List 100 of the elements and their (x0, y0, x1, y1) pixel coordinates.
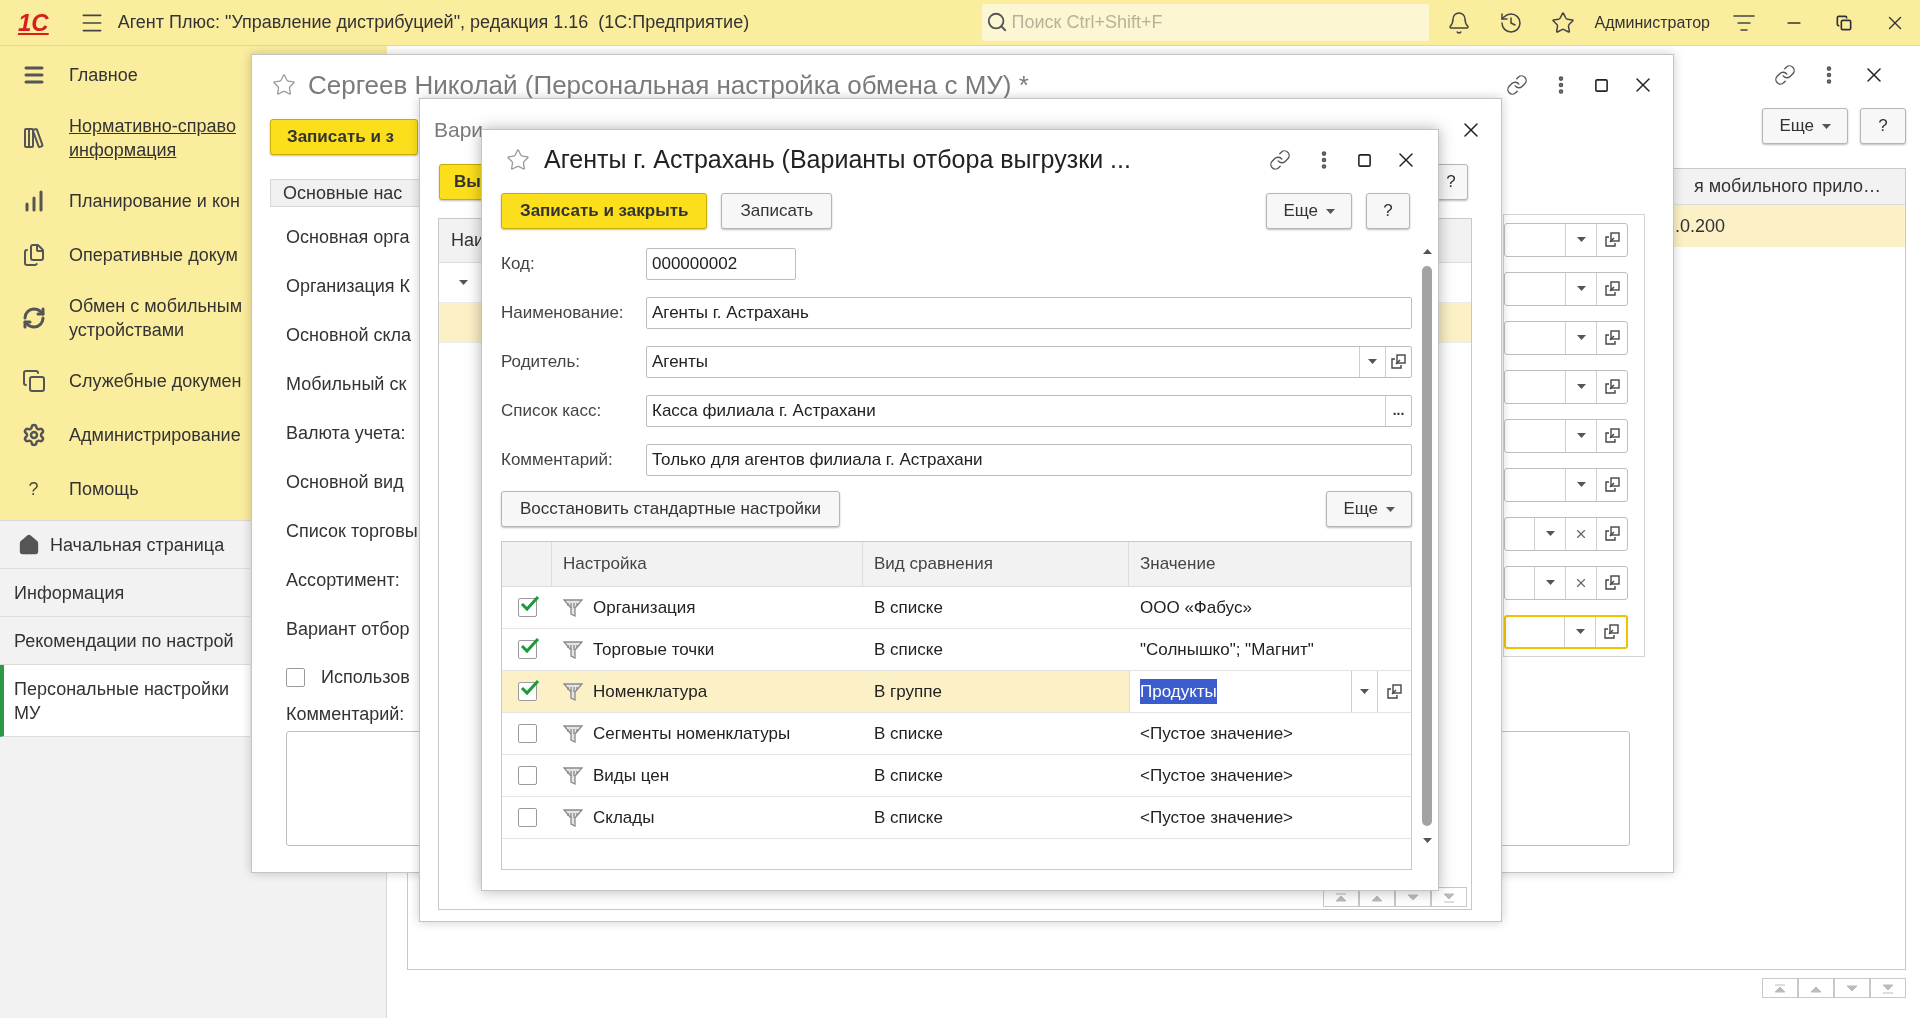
input-field[interactable] (1504, 418, 1628, 453)
table-cell-text: <Пустое значение> (1140, 722, 1294, 745)
nav-label: Начальная страница (50, 533, 225, 557)
input-field[interactable]: Агенты г. Астрахань (646, 296, 1412, 329)
checkbox[interactable] (517, 808, 537, 827)
column-header[interactable]: Вид сравнения (863, 542, 1129, 586)
section-link[interactable]: Главное (69, 63, 138, 87)
nav-label: Персональные настройки (14, 677, 230, 701)
value-field[interactable]: Продукты (1129, 671, 1411, 712)
checkbox[interactable] (517, 598, 537, 617)
check-icon (519, 636, 540, 656)
input-field[interactable] (1504, 614, 1628, 649)
save-button[interactable]: Записать (721, 193, 833, 229)
search-field[interactable]: Поиск Ctrl+Shift+F (981, 4, 1429, 41)
window-title: Агент Плюс: "Управление дистрибуцией", редакция 1.16 (1С:Предприятие) (117, 11, 750, 34)
section-link[interactable]: Служебные докумен (69, 369, 242, 393)
table-cell-text: В списке (874, 722, 943, 745)
open-form-icon (1604, 232, 1620, 247)
section-link[interactable]: Помощь (69, 477, 139, 501)
input-field[interactable] (1504, 369, 1628, 404)
window-title: Сергеев Николай (Персональная настройка обмена с МУ) * (308, 68, 1029, 102)
input-field[interactable] (1504, 320, 1628, 355)
column-header[interactable]: Значение (1129, 542, 1411, 586)
caret-icon (1575, 629, 1585, 634)
table-cell-text: Виды цен (593, 764, 670, 787)
table-cell-text: <Пустое значение> (1140, 764, 1294, 787)
input-field[interactable] (1504, 516, 1628, 551)
filter-icon (563, 765, 583, 786)
more-button[interactable]: Еще (1326, 491, 1412, 527)
field-label: Родитель: (501, 350, 582, 373)
open-form-icon (1604, 281, 1620, 296)
filter-icon (563, 639, 583, 660)
input-field[interactable] (1504, 222, 1628, 257)
link-icon[interactable] (1506, 74, 1528, 96)
user-name[interactable]: Администратор (1594, 10, 1710, 35)
table-row[interactable]: Сегменты номенклатуры В списке <Пустое значение> (502, 713, 1411, 755)
link-icon[interactable] (1774, 64, 1796, 86)
input-field[interactable]: Только для агентов филиала г. Астрахани (646, 443, 1412, 476)
input-field[interactable]: 000000002 (646, 247, 796, 280)
open-form-icon (1391, 354, 1406, 369)
maximize-icon[interactable] (1357, 152, 1372, 168)
table-row[interactable]: Склады В списке <Пустое значение> (502, 797, 1411, 839)
save-close-button[interactable]: Записать и закрыть (501, 193, 708, 229)
input-field[interactable]: Агенты (646, 345, 1412, 378)
checkbox[interactable] (517, 766, 537, 785)
selected-text: Продукты (1140, 678, 1217, 705)
caret-icon (1545, 531, 1555, 536)
table-row[interactable]: Организация В списке ООО «Фабус» (502, 587, 1411, 629)
section-link[interactable]: Планирование и кон (69, 189, 240, 213)
input-field[interactable]: Касса филиала г. Астрахани ... (646, 394, 1412, 427)
section-link[interactable]: Оперативные докум (69, 243, 238, 267)
checkbox[interactable] (517, 682, 537, 701)
bell-icon[interactable] (1446, 10, 1471, 35)
help-button[interactable]: ? (1860, 108, 1906, 144)
scroll-thumb[interactable] (1422, 266, 1432, 826)
triangle-icon (1881, 981, 1895, 995)
section-link[interactable]: Нормативно-справо информация (69, 114, 236, 162)
nav-item[interactable]: Начальная страница (0, 521, 250, 569)
input-field[interactable] (1504, 565, 1628, 600)
column-header[interactable]: Настройка (552, 542, 863, 586)
section-link[interactable]: Обмен с мобильным устройствами (69, 294, 243, 342)
nav-item[interactable]: Персональные настройки МУ (0, 665, 250, 737)
check-icon (519, 678, 540, 698)
section-link[interactable]: Администрирование (69, 423, 241, 447)
help-glyph: ? (28, 477, 39, 501)
open-form-icon (1603, 624, 1619, 639)
star-icon[interactable] (506, 148, 530, 172)
more-button[interactable]: Еще (1266, 193, 1352, 229)
nav-item[interactable]: Информация (0, 569, 250, 617)
restore-button[interactable]: Восстановить стандартные настройки (501, 491, 840, 527)
filter-icon (563, 597, 583, 618)
field-label: Основной вид (286, 471, 404, 494)
checkbox[interactable] (286, 667, 305, 687)
input-field[interactable] (1504, 467, 1628, 502)
button[interactable]: Записать и з (270, 119, 418, 155)
choice-button[interactable]: ... (1385, 395, 1411, 426)
star-icon[interactable] (1550, 10, 1575, 35)
more-button[interactable]: Еще (1762, 108, 1848, 144)
nav-label: МУ (14, 701, 42, 725)
checkbox[interactable] (517, 724, 537, 743)
field-label: Ассортимент: (286, 569, 400, 592)
field-label: Список торговы (286, 520, 418, 543)
field-label: Основной скла (286, 324, 412, 347)
link-icon[interactable] (1269, 149, 1291, 171)
restore-icon[interactable] (1836, 14, 1852, 31)
caret-icon (1576, 433, 1586, 438)
field-label: Комментарий: (286, 702, 405, 726)
table-row[interactable]: Номенклатура В группе Продукты (502, 671, 1411, 713)
field-label: Список касс: (501, 399, 603, 422)
history-icon[interactable] (1498, 10, 1523, 35)
maximize-icon[interactable] (1594, 77, 1609, 93)
table-row[interactable]: Виды цен В списке <Пустое значение> (502, 755, 1411, 797)
checkbox[interactable] (517, 640, 537, 659)
table-cell-text: .0.200 (1675, 214, 1726, 238)
input-field[interactable] (1504, 271, 1628, 306)
open-form-icon (1604, 330, 1620, 345)
open-form-icon (1387, 684, 1402, 699)
star-icon[interactable] (272, 73, 296, 97)
table-cell-text: "Солнышко"; "Магнит" (1140, 638, 1314, 661)
help-button[interactable]: ? (1366, 193, 1410, 229)
